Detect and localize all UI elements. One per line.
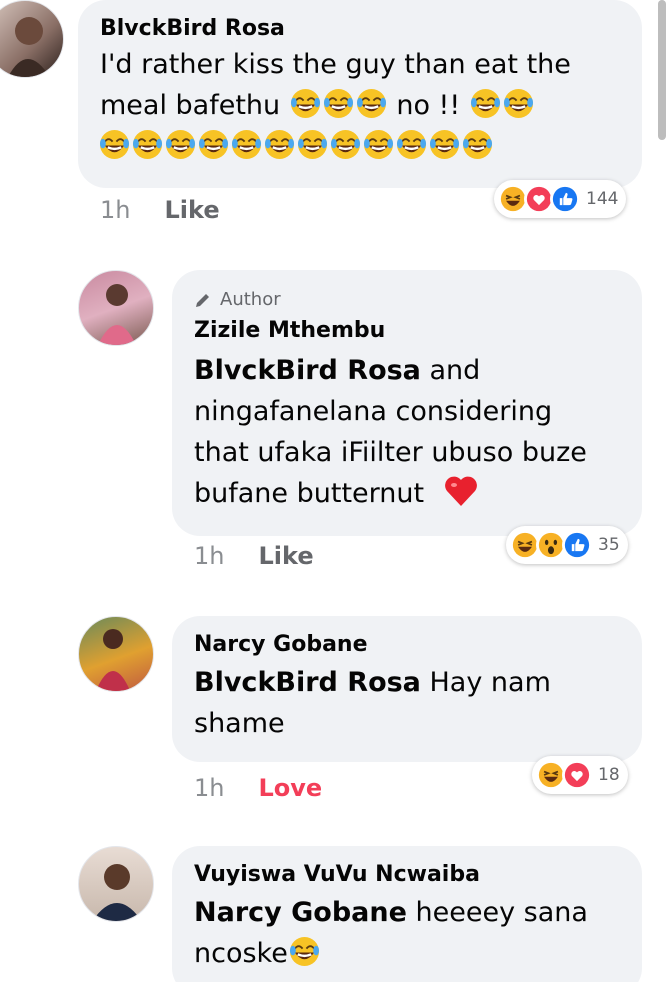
like-reaction — [562, 530, 592, 560]
laughing-tears-emoji — [469, 88, 501, 119]
avatar-photo — [95, 629, 131, 691]
comment-meta: 1h Like — [100, 196, 220, 224]
reaction-summary[interactable]: 144 — [494, 180, 627, 218]
reaction-count: 35 — [598, 535, 620, 555]
avatar-photo — [8, 17, 50, 77]
comment-text-line: shame — [194, 708, 285, 739]
avatar-photo — [92, 864, 142, 921]
emoji-row — [98, 129, 494, 162]
comment-text-line: ncoske — [194, 938, 288, 969]
mention-link[interactable]: Narcy Gobane — [194, 897, 407, 928]
author-label: Author — [220, 289, 281, 310]
avatar[interactable] — [78, 846, 154, 922]
comment-text: BlvckBird Rosa and ningafanelana conside… — [194, 350, 620, 514]
love-button[interactable]: Love — [258, 774, 322, 802]
comment-bubble: Narcy Gobane BlvckBird Rosa Hay nam sham… — [172, 616, 642, 762]
comment-text-line: ningafanelana considering — [194, 396, 553, 427]
laughing-tears-emoji — [429, 129, 460, 160]
comment-bubble: Author Zizile Mthembu BlvckBird Rosa and… — [172, 270, 642, 536]
laughing-tears-emoji — [322, 88, 354, 119]
laughing-tears-emoji — [264, 129, 295, 160]
commenter-name[interactable]: Narcy Gobane — [194, 630, 620, 660]
comment-bubble: Vuyiswa VuVu Ncwaiba Narcy Gobane heeeey… — [172, 846, 642, 982]
comment-text-line: bufane butternut — [194, 478, 425, 509]
avatar[interactable] — [78, 270, 154, 346]
reaction-count: 144 — [586, 189, 619, 209]
mention-link[interactable]: BlvckBird Rosa — [194, 667, 421, 698]
comment-text-line: I'd rather kiss the guy than eat the — [100, 49, 571, 80]
comment-text-line: that ufaka iFiilter ubuso buze — [194, 437, 587, 468]
laughing-tears-emoji — [462, 129, 493, 160]
laughing-tears-emoji — [363, 129, 394, 160]
reaction-summary[interactable]: 18 — [532, 756, 628, 794]
comment-meta: 1h Like — [194, 542, 314, 570]
laughing-tears-emoji — [355, 88, 387, 119]
commenter-name[interactable]: Zizile Mthembu — [194, 316, 620, 346]
laughing-tears-emoji — [132, 129, 163, 160]
author-badge: Author — [194, 288, 620, 312]
reaction-summary[interactable]: 35 — [506, 526, 628, 564]
like-reaction — [550, 184, 580, 214]
laughing-tears-emoji — [502, 88, 534, 119]
laughing-tears-emoji — [198, 129, 229, 160]
comment-bubble: BlvckBird Rosa I'd rather kiss the guy t… — [78, 0, 642, 188]
avatar[interactable] — [78, 616, 154, 692]
pencil-icon — [196, 294, 209, 307]
comment-time[interactable]: 1h — [194, 774, 224, 802]
comment-text-line: and — [429, 355, 481, 386]
laughing-tears-emoji — [330, 129, 361, 160]
love-reaction — [562, 760, 592, 790]
laughing-tears-emoji — [231, 129, 262, 160]
avatar-photo — [98, 284, 136, 345]
commenter-name[interactable]: Vuyiswa VuVu Ncwaiba — [194, 860, 620, 890]
laughing-tears-emoji — [99, 129, 130, 160]
comment-time[interactable]: 1h — [194, 542, 224, 570]
comment-text: I'd rather kiss the guy than eat the mea… — [98, 44, 620, 167]
avatar[interactable] — [0, 0, 64, 78]
scrollbar[interactable] — [658, 0, 666, 140]
comment-time[interactable]: 1h — [100, 196, 130, 224]
laughing-tears-emoji — [288, 936, 320, 967]
laughing-tears-emoji — [289, 88, 321, 119]
laughing-tears-emoji — [396, 129, 427, 160]
laughing-tears-emoji — [297, 129, 328, 160]
like-button[interactable]: Like — [164, 196, 219, 224]
like-button[interactable]: Like — [258, 542, 313, 570]
comment-text-line: meal bafethu — [100, 90, 281, 121]
laughing-tears-emoji — [165, 129, 196, 160]
comment-text-line: no !! — [396, 90, 461, 121]
red-heart-emoji — [444, 476, 477, 506]
comment-meta: 1h Love — [194, 774, 322, 802]
comment-text: BlvckBird Rosa Hay nam shame — [194, 662, 620, 744]
reaction-count: 18 — [598, 765, 620, 785]
comment-text-line: heeeey sana — [415, 897, 588, 928]
comment-text: Narcy Gobane heeeey sana ncoske — [194, 892, 620, 974]
commenter-name[interactable]: BlvckBird Rosa — [100, 14, 620, 44]
mention-link[interactable]: BlvckBird Rosa — [194, 355, 421, 386]
comment-text-line: Hay nam — [429, 667, 551, 698]
